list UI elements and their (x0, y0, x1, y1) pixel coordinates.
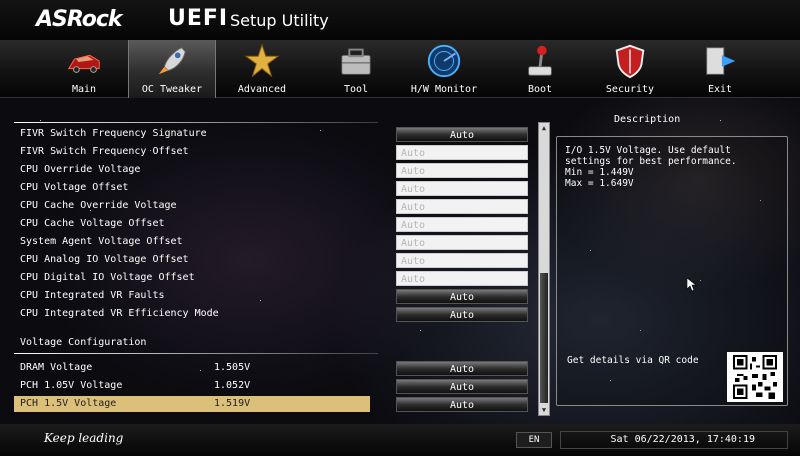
setting-label: CPU Cache Voltage Offset (20, 218, 165, 229)
shield-icon (615, 44, 645, 79)
sports-car-icon (67, 54, 100, 73)
cpu-vr-faults-select[interactable]: Auto (396, 289, 528, 304)
setting-label: CPU Cache Override Voltage (20, 200, 177, 211)
tab-oc-tweaker[interactable]: OC Tweaker (128, 40, 216, 98)
tab-tool-label: Tool (343, 84, 369, 95)
setting-cpu-analog-io-voltage-offset[interactable]: CPU Analog IO Voltage Offset (14, 252, 370, 268)
current-voltage: 1.519V (214, 398, 251, 409)
voltage-divider (14, 353, 378, 354)
setup-utility-title: Setup Utility (230, 11, 329, 30)
tab-boot[interactable]: Boot (496, 40, 584, 98)
setting-label: DRAM Voltage (20, 362, 93, 373)
tab-advanced-label: Advanced (237, 84, 287, 95)
top-divider (14, 122, 378, 123)
setting-pch-105v-voltage[interactable]: PCH 1.05V Voltage 1.052V (14, 378, 370, 394)
setting-fivr-switch-frequency-signature[interactable]: FIVR Switch Frequency Signature (14, 126, 370, 142)
tab-main[interactable]: Main (40, 40, 128, 98)
setting-label: CPU Analog IO Voltage Offset (20, 254, 189, 265)
pch-15v-voltage-select[interactable]: Auto (396, 397, 528, 412)
toolbox-icon (341, 48, 371, 75)
fivr-offset-input[interactable]: Auto (396, 145, 528, 160)
tab-hw-monitor[interactable]: H/W Monitor (400, 40, 488, 98)
description-panel: I/O 1.5V Voltage. Use default settings f… (556, 136, 788, 406)
tab-main-label: Main (71, 84, 97, 95)
setting-label: FIVR Switch Frequency Offset (20, 146, 189, 157)
brand-bar: ASRock UEFI Setup Utility (0, 0, 800, 40)
joystick-icon (528, 45, 552, 76)
setting-label: FIVR Switch Frequency Signature (20, 128, 207, 139)
rocket-icon (158, 47, 186, 75)
setting-label: PCH 1.05V Voltage (20, 380, 123, 391)
asrock-logo: ASRock (36, 7, 123, 32)
settings-scrollbar[interactable]: ▲ ▼ (538, 122, 550, 416)
tab-oc-tweaker-label: OC Tweaker (141, 84, 203, 95)
mouse-cursor-icon (687, 278, 697, 292)
radar-icon (427, 44, 461, 78)
datetime-display: Sat 06/22/2013, 17:40:19 (560, 431, 788, 449)
uefi-title: UEFI (168, 6, 229, 31)
system-agent-offset-input[interactable]: Auto (396, 235, 528, 250)
setting-system-agent-voltage-offset[interactable]: System Agent Voltage Offset (14, 234, 370, 250)
star-icon (244, 43, 280, 78)
tab-security-label: Security (605, 84, 655, 95)
current-voltage: 1.505V (214, 362, 251, 373)
setting-cpu-cache-voltage-offset[interactable]: CPU Cache Voltage Offset (14, 216, 370, 232)
setting-cpu-digital-io-voltage-offset[interactable]: CPU Digital IO Voltage Offset (14, 270, 370, 286)
pch-105v-voltage-select[interactable]: Auto (396, 379, 528, 394)
setting-label: CPU Override Voltage (20, 164, 141, 175)
cpu-override-voltage-input[interactable]: Auto (396, 163, 528, 178)
tab-exit-label: Exit (707, 84, 733, 95)
description-line: I/O 1.5V Voltage. Use default (565, 145, 731, 156)
setting-cpu-integrated-vr-efficiency-mode[interactable]: CPU Integrated VR Efficiency Mode (14, 306, 370, 322)
current-voltage: 1.052V (214, 380, 251, 391)
description-line: settings for best performance. (565, 156, 737, 167)
status-bar: Keep leading EN Sat 06/22/2013, 17:40:19 (0, 424, 800, 456)
tab-security[interactable]: Security (586, 40, 674, 98)
cpu-analog-io-offset-input[interactable]: Auto (396, 253, 528, 268)
setting-cpu-integrated-vr-faults[interactable]: CPU Integrated VR Faults (14, 288, 370, 304)
setting-dram-voltage[interactable]: DRAM Voltage 1.505V (14, 360, 370, 376)
fivr-signature-select[interactable]: Auto (396, 127, 528, 142)
cpu-vr-efficiency-select[interactable]: Auto (396, 307, 528, 322)
cpu-voltage-offset-input[interactable]: Auto (396, 181, 528, 196)
main-tab-bar: Main OC Tweaker Advanced Tool H/W Monito… (0, 40, 800, 98)
description-title: Description (614, 114, 681, 125)
qr-code-label: Get details via QR code (567, 355, 699, 366)
setting-cpu-cache-override-voltage[interactable]: CPU Cache Override Voltage (14, 198, 370, 214)
cpu-cache-offset-input[interactable]: Auto (396, 217, 528, 232)
setting-pch-15v-voltage[interactable]: PCH 1.5V Voltage 1.519V (14, 396, 370, 412)
scrollbar-thumb[interactable] (540, 273, 548, 403)
tab-tool[interactable]: Tool (312, 40, 400, 98)
setting-label: CPU Voltage Offset (20, 182, 129, 193)
qr-code-icon[interactable] (727, 352, 783, 402)
setting-label: System Agent Voltage Offset (20, 236, 183, 247)
setting-label: PCH 1.5V Voltage (20, 398, 117, 409)
setting-cpu-override-voltage[interactable]: CPU Override Voltage (14, 162, 370, 178)
setting-cpu-voltage-offset[interactable]: CPU Voltage Offset (14, 180, 370, 196)
tab-advanced[interactable]: Advanced (218, 40, 306, 98)
scroll-down-icon[interactable]: ▼ (539, 405, 549, 415)
language-button[interactable]: EN (516, 432, 552, 448)
tab-exit[interactable]: Exit (676, 40, 764, 98)
voltage-configuration-header: Voltage Configuration (20, 337, 147, 348)
tab-boot-label: Boot (527, 84, 553, 95)
description-line: Min = 1.449V (565, 167, 634, 178)
scroll-up-icon[interactable]: ▲ (539, 123, 549, 133)
cpu-cache-override-input[interactable]: Auto (396, 199, 528, 214)
cpu-digital-io-offset-input[interactable]: Auto (396, 271, 528, 286)
settings-panel: FIVR Switch Frequency Signature Auto FIV… (0, 98, 540, 418)
tab-hw-monitor-label: H/W Monitor (410, 84, 478, 95)
setting-fivr-switch-frequency-offset[interactable]: FIVR Switch Frequency Offset (14, 144, 370, 160)
dram-voltage-select[interactable]: Auto (396, 361, 528, 376)
keep-leading-signature: Keep leading (44, 431, 124, 445)
setting-label: CPU Integrated VR Faults (20, 290, 165, 301)
setting-label: CPU Integrated VR Efficiency Mode (20, 308, 219, 319)
description-line: Max = 1.649V (565, 178, 634, 189)
exit-door-icon (706, 47, 736, 75)
setting-label: CPU Digital IO Voltage Offset (20, 272, 195, 283)
